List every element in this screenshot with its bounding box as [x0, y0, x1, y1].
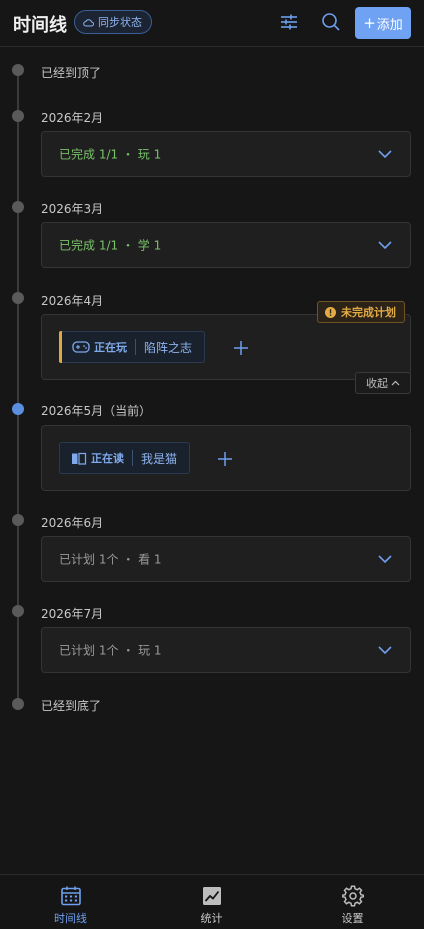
- plus-icon: +: [363, 14, 376, 32]
- month-label: 2026年2月: [41, 111, 104, 125]
- nav-item-timeline[interactable]: 时间线: [0, 875, 141, 929]
- unfinished-plan-label: 未完成计划: [341, 306, 396, 319]
- nav-item-stats[interactable]: 统计: [141, 875, 282, 929]
- item-status: 正在读: [91, 452, 124, 465]
- chip-divider: [135, 339, 136, 355]
- sync-status-label: 同步状态: [98, 16, 142, 29]
- month-label: 2026年3月: [41, 202, 104, 216]
- month-items-card: 正在玩 陷阵之志: [41, 314, 411, 380]
- sync-status-button[interactable]: 同步状态: [74, 10, 152, 34]
- item-name: 陷阵之志: [144, 340, 193, 355]
- timeline-dot: [12, 110, 24, 122]
- item-name: 我是猫: [141, 451, 178, 466]
- filter-sliders-icon[interactable]: [279, 12, 299, 32]
- month-summary-card[interactable]: 已计划 1个 ・ 看 1: [41, 536, 411, 582]
- month-summary: 已完成 1/1 ・ 学 1: [59, 238, 162, 253]
- timeline-bottom-end: 已经到底了: [41, 699, 102, 713]
- calendar-icon: [60, 886, 81, 906]
- chevron-down-icon: [378, 241, 392, 250]
- month-label: 2026年5月（当前）: [41, 404, 152, 418]
- month-label: 2026年4月: [41, 294, 104, 308]
- item-chip[interactable]: 正在玩 陷阵之志: [59, 331, 206, 363]
- alert-icon: [325, 306, 336, 318]
- page-title: 时间线: [13, 15, 67, 36]
- month-summary: 已计划 1个 ・ 看 1: [59, 552, 162, 567]
- chevron-down-icon: [378, 646, 392, 655]
- add-item-plus-icon[interactable]: [217, 451, 233, 467]
- timeline-dot: [12, 201, 24, 213]
- add-button-label: 添加: [376, 17, 403, 33]
- cloud-icon: [83, 18, 94, 26]
- nav-item-settings[interactable]: 设置: [282, 875, 423, 929]
- timeline-dot: [12, 292, 24, 304]
- nav-label: 设置: [341, 912, 364, 925]
- month-items-card: 正在读 我是猫: [41, 425, 411, 491]
- add-button[interactable]: + 添加: [355, 7, 411, 39]
- item-status: 正在玩: [94, 341, 127, 354]
- timeline-dot: [12, 514, 24, 526]
- add-item-plus-icon[interactable]: [233, 340, 249, 356]
- timeline-dot: [12, 698, 24, 710]
- month-summary: 已完成 1/1 ・ 玩 1: [59, 147, 162, 162]
- timeline-dot-current: [12, 403, 24, 415]
- timeline-top-end: 已经到顶了: [41, 66, 102, 80]
- timeline-dot: [12, 605, 24, 617]
- chip-accent: [59, 331, 62, 363]
- chart-icon: [202, 887, 221, 905]
- gamepad-icon: [72, 341, 90, 353]
- month-label: 2026年7月: [41, 607, 104, 621]
- app-header: 时间线 同步状态 + 添加: [0, 0, 424, 47]
- chevron-down-icon: [378, 150, 392, 159]
- bottom-nav: 时间线 统计 设置: [0, 874, 424, 929]
- unfinished-plan-badge: 未完成计划: [317, 301, 405, 323]
- month-summary-card[interactable]: 已计划 1个 ・ 玩 1: [41, 627, 411, 673]
- nav-label: 时间线: [54, 912, 87, 925]
- item-chip[interactable]: 正在读 我是猫: [59, 442, 191, 474]
- search-icon[interactable]: [321, 12, 341, 32]
- month-summary-card[interactable]: 已完成 1/1 ・ 玩 1: [41, 131, 411, 177]
- collapse-label: 收起: [366, 377, 388, 390]
- nav-label: 统计: [200, 912, 223, 925]
- month-summary: 已计划 1个 ・ 玩 1: [59, 643, 162, 658]
- month-summary-card[interactable]: 已完成 1/1 ・ 学 1: [41, 222, 411, 268]
- chevron-down-icon: [378, 555, 392, 564]
- chevron-up-icon: [391, 380, 400, 386]
- month-label: 2026年6月: [41, 516, 104, 530]
- timeline-dot: [12, 64, 24, 76]
- gear-icon: [341, 885, 364, 907]
- chip-divider: [132, 450, 133, 466]
- book-icon: [72, 452, 87, 465]
- collapse-button[interactable]: 收起: [355, 372, 411, 394]
